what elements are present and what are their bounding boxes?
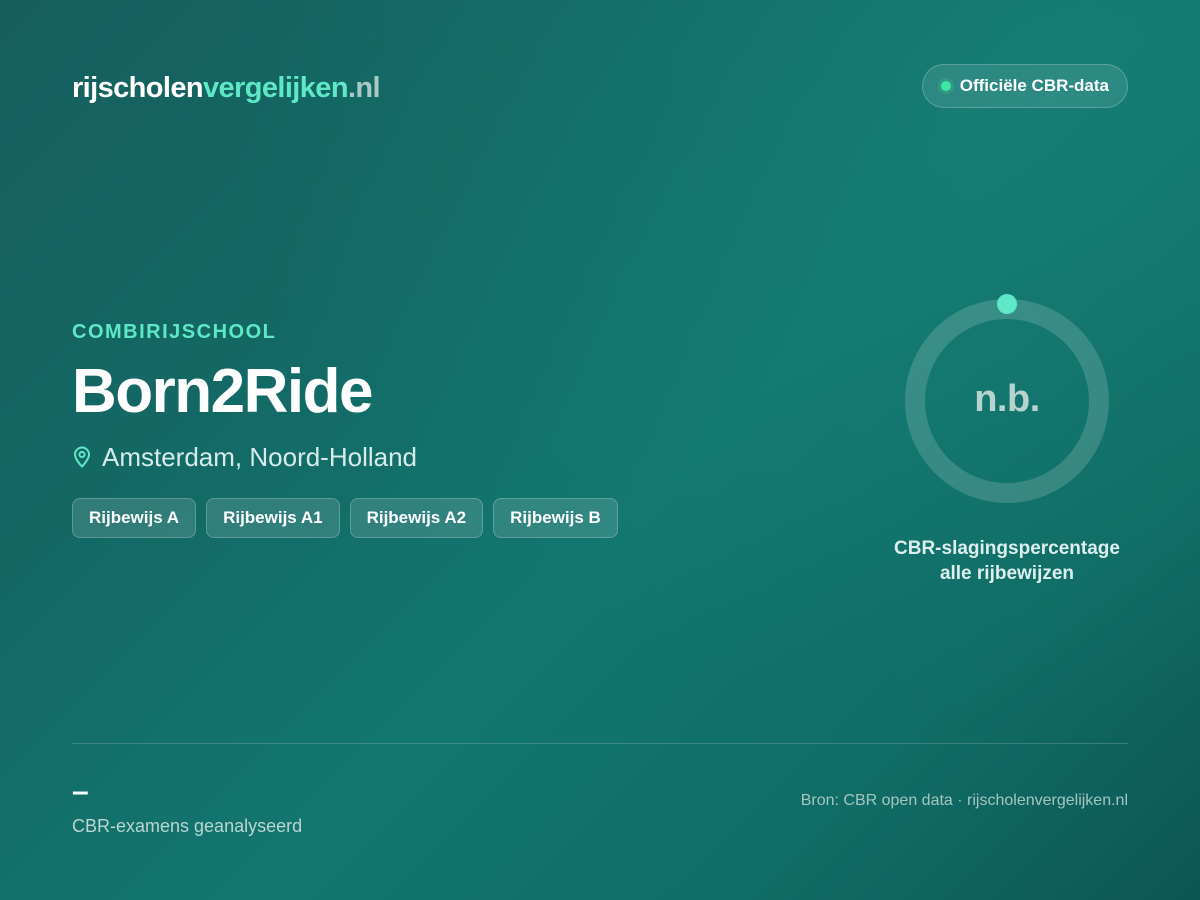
pass-rate-caption: CBR-slagingspercentage alle rijbewijzen [878,536,1136,586]
map-pin-icon [72,445,92,469]
license-tag[interactable]: Rijbewijs A [72,498,197,538]
logo-part-tld: .nl [347,72,381,104]
school-name: Born2Ride [72,357,373,426]
license-tags: Rijbewijs A Rijbewijs A1 Rijbewijs A2 Ri… [72,498,618,538]
license-tag[interactable]: Rijbewijs A1 [206,498,340,538]
official-cbr-data-badge: Officiële CBR-data [921,64,1128,108]
exams-label: CBR-examens geanalyseerd [72,816,303,836]
pass-rate-caption-line2: alle rijbewijzen [939,563,1075,584]
source-credit: Bron: CBR open data · rijscholenvergelij… [800,792,1128,809]
pass-rate-gauge: n.b. CBR-slagingspercentage alle rijbewi… [878,292,1136,586]
pass-rate-caption-line1: CBR-slagingspercentage [894,538,1120,559]
school-info: COMBIRIJSCHOOL Born2Ride Amsterdam, Noor… [72,318,618,538]
gauge-ring: n.b. [900,292,1114,506]
badge-label: Officiële CBR-data [959,76,1109,95]
school-category: COMBIRIJSCHOOL [72,321,277,343]
site-logo[interactable]: rijscholenvergelijken.nl [72,70,381,106]
location-text: Amsterdam, Noord-Holland [102,442,418,472]
status-dot-icon [940,81,951,91]
logo-part-rijscholen: rijscholen [72,72,204,104]
license-tag[interactable]: Rijbewijs B [493,498,618,538]
footer-divider [72,743,1128,744]
logo-part-vergelijken: vergelijken [203,72,349,104]
license-tag[interactable]: Rijbewijs A2 [349,498,484,538]
pass-rate-value: n.b. [974,377,1040,420]
school-location: Amsterdam, Noord-Holland [72,440,618,474]
exams-count: – [72,775,89,808]
share-card: rijscholenvergelijken.nl Officiële CBR-d… [0,0,1200,900]
exams-stat: – CBR-examens geanalyseerd [72,772,302,838]
